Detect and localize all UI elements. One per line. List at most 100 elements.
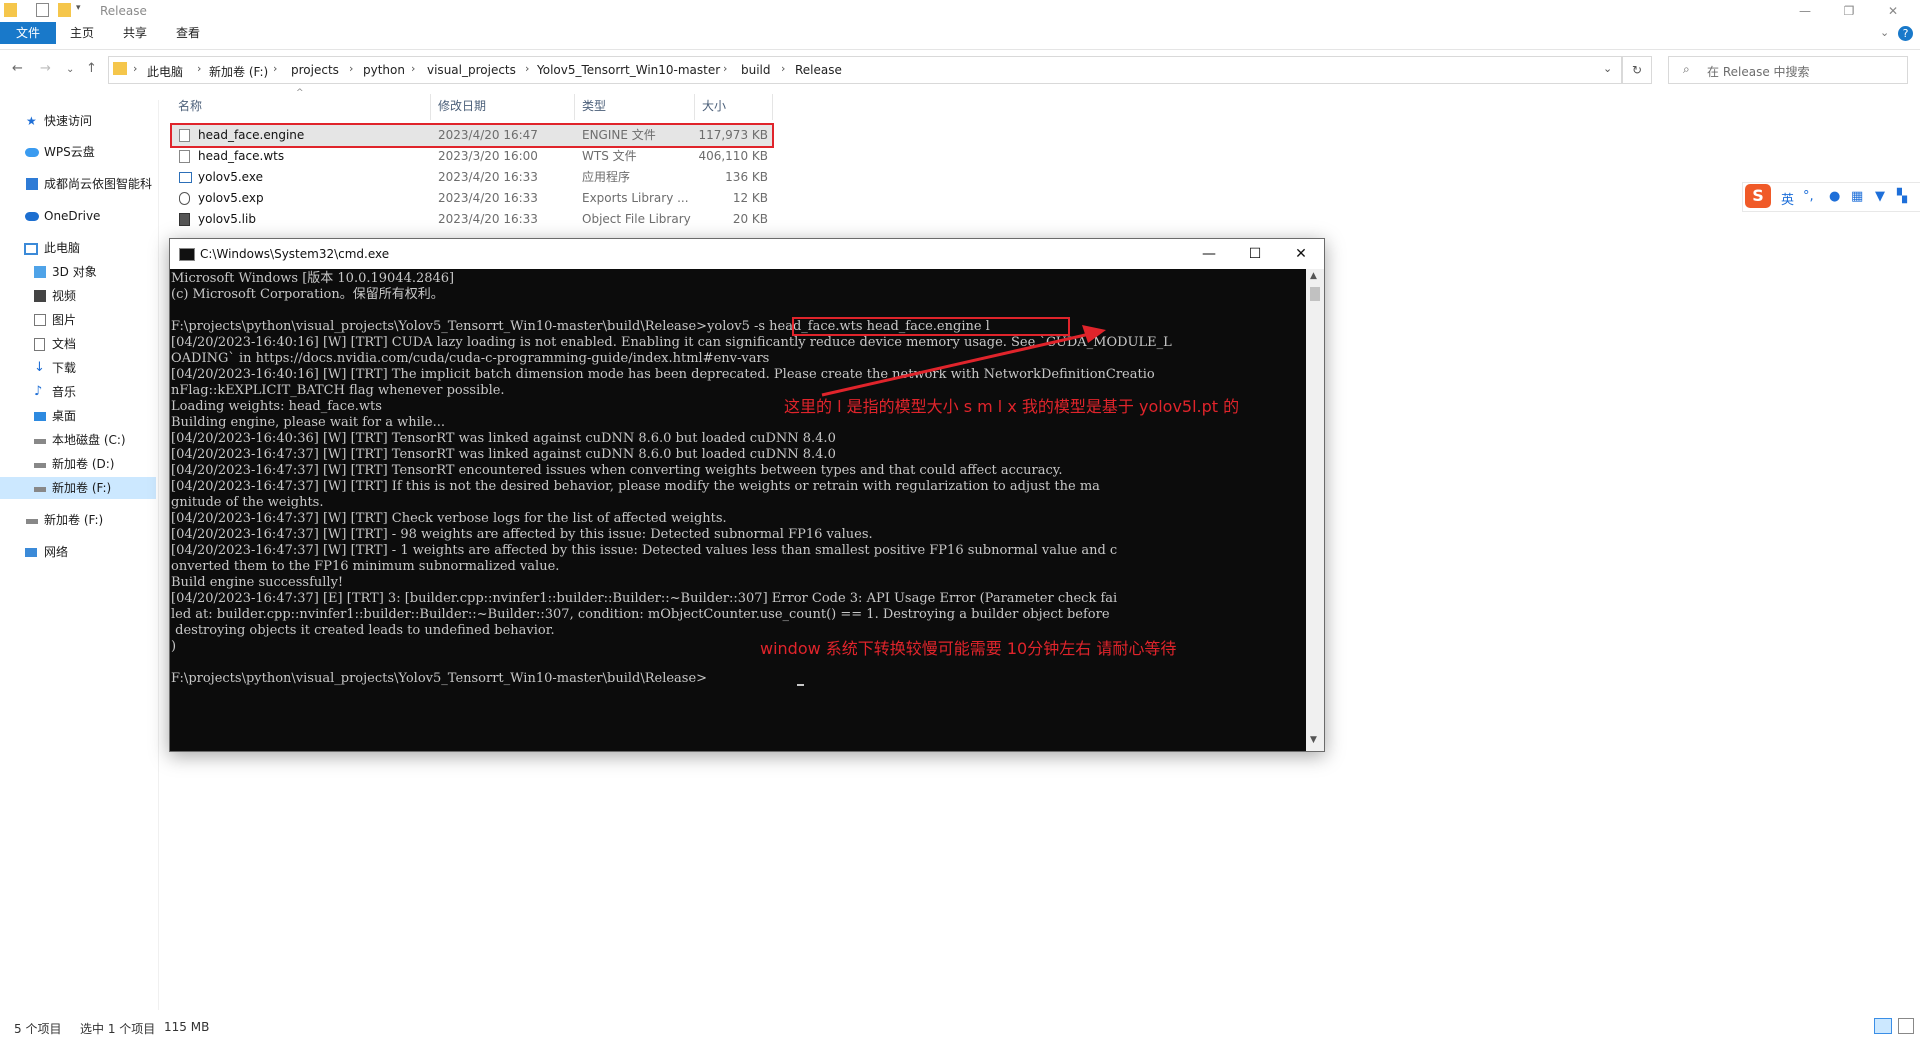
annotation-arrow: [821, 325, 1106, 397]
console-output[interactable]: Microsoft Windows [版本 10.0.19044.2846] (…: [170, 269, 1306, 751]
star-icon: ★: [26, 114, 37, 128]
nav-wps-cloud[interactable]: WPS云盘: [0, 141, 156, 163]
nav-3d-objects[interactable]: 3D 对象: [0, 261, 156, 283]
application-icon: [179, 172, 192, 183]
sogou-logo-icon[interactable]: S: [1745, 184, 1771, 208]
cloud-icon: [25, 212, 39, 221]
nav-this-pc[interactable]: 此电脑: [0, 237, 156, 259]
computer-icon: [24, 243, 38, 255]
drive-icon: [34, 487, 46, 492]
ime-language[interactable]: 英: [1781, 189, 1794, 208]
highlight-box-engine-file: [170, 123, 774, 148]
back-arrow-icon[interactable]: ←: [12, 61, 23, 76]
column-header-name[interactable]: 名称: [178, 98, 202, 122]
vertical-scrollbar[interactable]: ▲ ▼: [1306, 269, 1324, 751]
breadcrumb-release[interactable]: Release: [795, 63, 842, 77]
cube-icon: [34, 266, 46, 278]
file-row-yolov5-exe[interactable]: yolov5.exe 2023/4/20 16:33 应用程序 136 KB: [172, 167, 772, 188]
up-arrow-icon[interactable]: ↑: [86, 61, 97, 76]
customize-toolbar-chevron-icon[interactable]: ▾: [76, 3, 89, 17]
drive-icon: [34, 439, 46, 444]
breadcrumb-yolov5-tensorrt[interactable]: Yolov5_Tensorrt_Win10-master: [537, 63, 720, 77]
navigation-bar: ← → ⌄ ↑ › 此电脑 › 新加卷 (F:) › projects › py…: [0, 50, 1920, 90]
minimize-button[interactable]: —: [1782, 0, 1828, 22]
scrollbar-thumb[interactable]: [1310, 287, 1320, 301]
nav-drive-d[interactable]: 新加卷 (D:): [0, 453, 156, 475]
help-icon[interactable]: ?: [1898, 26, 1913, 41]
cmd-minimize-button[interactable]: —: [1186, 239, 1232, 269]
nav-desktop[interactable]: 桌面: [0, 405, 156, 427]
cloud-icon: [25, 148, 39, 157]
nav-quick-access[interactable]: ★ 快速访问: [0, 110, 156, 132]
scroll-down-arrow-icon[interactable]: ▼: [1310, 735, 1317, 745]
cmd-icon: [179, 248, 195, 261]
maximize-button[interactable]: ❐: [1826, 0, 1872, 22]
large-icons-view-icon[interactable]: [1898, 1018, 1914, 1034]
forward-arrow-icon[interactable]: →: [40, 61, 51, 76]
breadcrumb-this-pc[interactable]: 此电脑: [147, 63, 183, 80]
column-header-date[interactable]: 修改日期: [438, 98, 486, 122]
tab-share[interactable]: 共享: [111, 22, 159, 44]
nav-pictures[interactable]: 图片: [0, 309, 156, 331]
nav-chengdu[interactable]: 成都尚云依图智能科: [0, 173, 156, 195]
cmd-maximize-button[interactable]: ☐: [1232, 239, 1278, 269]
search-box[interactable]: ⌕ 在 Release 中搜索: [1668, 56, 1908, 84]
annotation-wait-note: window 系统下转换较慢可能需要 10分钟左右 请耐心等待: [760, 639, 1177, 658]
breadcrumb-python[interactable]: python: [363, 63, 405, 77]
nav-drive-c[interactable]: 本地磁盘 (C:): [0, 429, 156, 451]
punctuation-icon[interactable]: °,: [1803, 189, 1814, 204]
cmd-title-bar[interactable]: C:\Windows\System32\cmd.exe — ☐ ✕: [170, 239, 1324, 269]
nav-music[interactable]: ♪ 音乐: [0, 381, 156, 403]
file-row-yolov5-lib[interactable]: yolov5.lib 2023/4/20 16:33 Object File L…: [172, 209, 772, 230]
toolbox-grid-icon[interactable]: ▚: [1897, 189, 1907, 204]
file-row-head-face-wts[interactable]: head_face.wts 2023/3/20 16:00 WTS 文件 406…: [172, 146, 772, 167]
tab-view[interactable]: 查看: [164, 22, 212, 44]
nav-downloads[interactable]: ↓ 下载: [0, 357, 156, 379]
keyboard-icon[interactable]: ▦: [1851, 189, 1863, 204]
document-icon: [34, 338, 45, 351]
recent-locations-chevron-icon[interactable]: ⌄: [66, 64, 74, 75]
status-selected-size: 115 MB: [164, 1020, 210, 1034]
status-selected-count: 选中 1 个项目: [80, 1022, 156, 1036]
breadcrumb-visual-projects[interactable]: visual_projects: [427, 63, 516, 77]
library-icon: [179, 213, 190, 226]
cmd-close-button[interactable]: ✕: [1278, 239, 1324, 269]
breadcrumb-drive-f[interactable]: 新加卷 (F:): [209, 63, 268, 80]
desktop-icon: [34, 412, 46, 421]
column-header-size[interactable]: 大小: [702, 98, 726, 122]
file-row-yolov5-exp[interactable]: yolov5.exp 2023/4/20 16:33 Exports Libra…: [172, 188, 772, 209]
video-icon: [34, 290, 46, 302]
tab-file[interactable]: 文件: [0, 22, 56, 44]
nav-drive-f-selected[interactable]: 新加卷 (F:): [0, 477, 156, 499]
breadcrumb-build[interactable]: build: [741, 63, 771, 77]
properties-icon[interactable]: [36, 3, 49, 17]
nav-drive-f[interactable]: 新加卷 (F:): [0, 509, 156, 531]
nav-network[interactable]: 网络: [0, 541, 156, 563]
details-view-icon[interactable]: [1874, 1018, 1892, 1034]
ribbon-expand-icon[interactable]: ⌄: [1880, 26, 1889, 39]
drive-icon: [26, 519, 38, 524]
address-dropdown-icon[interactable]: ⌄: [1603, 62, 1612, 75]
file-icon: [179, 150, 190, 163]
skin-shirt-icon[interactable]: ▼: [1875, 189, 1885, 204]
column-header-type[interactable]: 类型: [582, 98, 606, 122]
cmd-window[interactable]: C:\Windows\System32\cmd.exe — ☐ ✕ Micros…: [169, 238, 1325, 752]
navigation-pane: ★ 快速访问 WPS云盘 成都尚云依图智能科 OneDrive 此电脑 3D 对…: [0, 100, 159, 1010]
drive-icon: [34, 463, 46, 468]
sort-ascending-icon: ^: [296, 88, 304, 98]
nav-documents[interactable]: 文档: [0, 333, 156, 355]
microphone-icon[interactable]: ●: [1829, 189, 1840, 204]
download-arrow-icon: ↓: [34, 360, 45, 375]
breadcrumb-projects[interactable]: projects: [291, 63, 339, 77]
nav-videos[interactable]: 视频: [0, 285, 156, 307]
refresh-button[interactable]: ↻: [1622, 56, 1652, 84]
address-bar[interactable]: › 此电脑 › 新加卷 (F:) › projects › python › v…: [108, 56, 1622, 84]
new-folder-icon[interactable]: [58, 3, 71, 17]
nav-onedrive[interactable]: OneDrive: [0, 205, 156, 227]
tab-home[interactable]: 主页: [58, 22, 106, 44]
status-item-count: 5 个项目: [14, 1022, 62, 1036]
scroll-up-arrow-icon[interactable]: ▲: [1310, 271, 1317, 281]
close-button[interactable]: ✕: [1870, 0, 1916, 22]
picture-icon: [34, 314, 46, 326]
cmd-title: C:\Windows\System32\cmd.exe: [200, 247, 390, 261]
